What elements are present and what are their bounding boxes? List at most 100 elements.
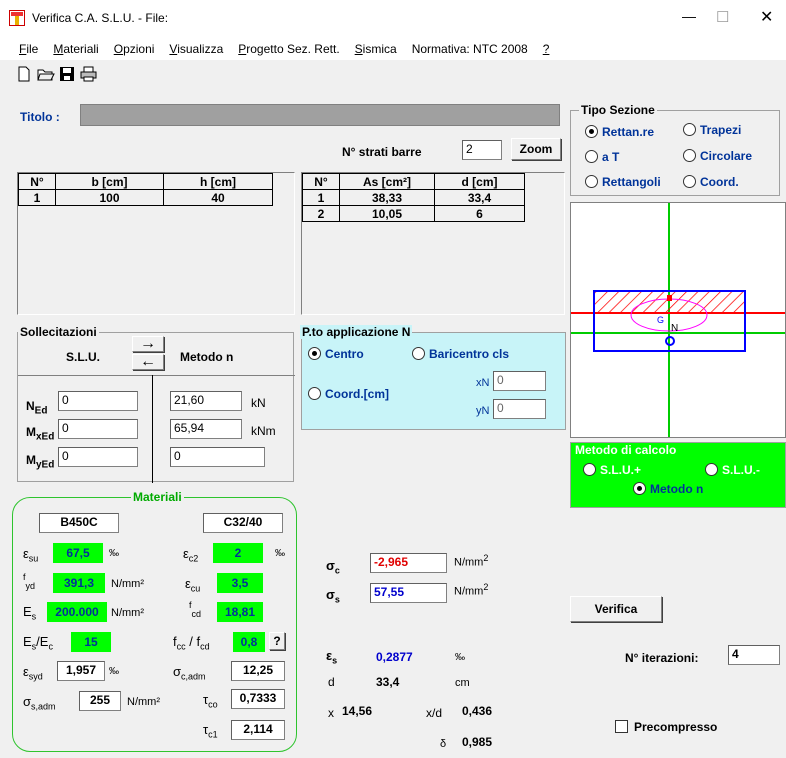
radio-dot — [412, 347, 425, 360]
menu-item-normativa-ntc-2008[interactable]: Normativa: NTC 2008 — [412, 42, 528, 56]
close-button[interactable]: ✕ — [760, 7, 773, 27]
radio-centro[interactable]: Centro — [308, 347, 364, 361]
table-cell[interactable]: 33,4 — [434, 189, 525, 206]
fcc-fcd-value[interactable]: 0,8 — [233, 632, 265, 652]
section-preview[interactable]: N G — [570, 202, 786, 438]
fyd-label: fyd — [23, 572, 36, 591]
ec2-value[interactable]: 2 — [213, 543, 263, 563]
help-button[interactable]: ? — [269, 632, 285, 650]
window-title: Verifica C.A. S.L.U. - File: — [32, 11, 169, 25]
xd-label: x/d — [426, 706, 443, 720]
radio-at[interactable]: a T — [585, 150, 619, 164]
table-cell[interactable]: 40 — [163, 189, 273, 206]
steel-class-field[interactable]: B450C — [39, 513, 119, 533]
yn-input[interactable]: 0 — [493, 399, 546, 419]
table-cell[interactable]: 100 — [55, 189, 164, 206]
metodo-calcolo-title: Metodo di calcolo — [573, 443, 679, 457]
iterazioni-input[interactable]: 4 — [728, 645, 780, 665]
radio-coord-cm[interactable]: Coord.[cm] — [308, 387, 389, 401]
titolo-field[interactable] — [80, 104, 560, 126]
radio-slu-minus[interactable]: S.L.U.- — [705, 463, 760, 477]
menu-item-sismica[interactable]: Sismica — [355, 42, 397, 56]
bars-table-panel: N° As [cm²] d [cm] 1 38,33 33,4 2 10,05 … — [301, 172, 565, 315]
new-file-icon[interactable] — [17, 66, 31, 82]
concrete-class-field[interactable]: C32/40 — [203, 513, 283, 533]
table-cell[interactable]: 6 — [434, 205, 525, 222]
sigma-c-label: σc — [326, 558, 340, 576]
myed-slu-input[interactable]: 0 — [58, 447, 138, 467]
tipo-sezione-title: Tipo Sezione — [579, 103, 657, 117]
myed-metodo-input[interactable]: 0 — [170, 447, 265, 467]
table-row[interactable]: 1 100 40 — [18, 189, 273, 206]
radio-dot — [683, 149, 696, 162]
radio-baricentro[interactable]: Baricentro cls — [412, 347, 509, 361]
menu-item-materiali[interactable]: Materiali — [53, 42, 98, 56]
print-icon[interactable] — [80, 66, 97, 82]
ss-adm-label: σs,adm — [23, 694, 56, 712]
section-table[interactable]: N° b [cm] h [cm] 1 100 40 — [18, 173, 273, 206]
menu-item-opzioni[interactable]: Opzioni — [114, 42, 155, 56]
radio-rettanre[interactable]: Rettan.re — [585, 125, 654, 139]
x-label: x — [328, 706, 334, 720]
table-cell[interactable]: 1 — [18, 189, 56, 206]
radio-trapezi[interactable]: Trapezi — [683, 123, 741, 137]
radio-slu-plus[interactable]: S.L.U.+ — [583, 463, 641, 477]
col-n: N° — [302, 173, 340, 190]
copy-right-button[interactable]: → — [132, 336, 164, 352]
esu-value[interactable]: 67,5 — [53, 543, 103, 563]
es-ec-value[interactable]: 15 — [71, 632, 111, 652]
esyd-value[interactable]: 1,957 — [57, 661, 105, 681]
delta-label: δ — [440, 738, 447, 750]
table-cell[interactable]: 2 — [302, 205, 340, 222]
tc1-value[interactable]: 2,114 — [231, 720, 285, 740]
open-folder-icon[interactable] — [37, 66, 55, 82]
xn-label: xN — [476, 377, 490, 389]
ned-metodo-input[interactable]: 21,60 — [170, 391, 242, 411]
radio-label: S.L.U.+ — [600, 463, 642, 477]
zoom-button[interactable]: Zoom — [511, 138, 561, 160]
ecu-value[interactable]: 3,5 — [217, 573, 263, 593]
strati-input[interactable]: 2 — [462, 140, 502, 160]
radio-rettangoli[interactable]: Rettangoli — [585, 175, 661, 189]
xn-input[interactable]: 0 — [493, 371, 546, 391]
radio-dot — [683, 175, 696, 188]
radio-label: Coord. — [700, 175, 739, 189]
fcd-value[interactable]: 18,81 — [217, 602, 263, 622]
table-row[interactable]: 1 38,33 33,4 — [302, 189, 525, 206]
table-cell[interactable]: 10,05 — [339, 205, 435, 222]
sc-adm-label: σc,adm — [173, 664, 206, 682]
table-cell[interactable]: 38,33 — [339, 189, 435, 206]
col-h: h [cm] — [163, 173, 273, 190]
sc-adm-value[interactable]: 12,25 — [231, 661, 285, 681]
tco-value[interactable]: 0,7333 — [231, 689, 285, 709]
menu-item-visualizza[interactable]: Visualizza — [169, 42, 223, 56]
menu-item-[interactable]: ? — [543, 42, 550, 56]
es-value[interactable]: 200.000 — [47, 602, 107, 622]
save-icon[interactable] — [59, 66, 75, 82]
maximize-button[interactable]: ☐ — [716, 8, 729, 26]
radio-coord[interactable]: Coord. — [683, 175, 739, 189]
precompresso-checkbox[interactable]: Precompresso — [615, 720, 717, 734]
radio-metodo-n[interactable]: Metodo n — [633, 482, 703, 496]
ned-slu-input[interactable]: 0 — [58, 391, 138, 411]
strati-label: N° strati barre — [342, 145, 422, 159]
yn-label: yN — [476, 405, 490, 417]
sigma-s-value: 57,55 — [370, 583, 447, 603]
verifica-button[interactable]: Verifica — [570, 596, 662, 622]
minimize-button[interactable]: — — [682, 8, 696, 24]
fyd-value[interactable]: 391,3 — [53, 573, 105, 593]
copy-left-button[interactable]: ← — [132, 354, 164, 370]
radio-circolare[interactable]: Circolare — [683, 149, 752, 163]
table-row[interactable]: 2 10,05 6 — [302, 205, 525, 222]
esyd-label: εsyd — [23, 664, 43, 682]
menu-item-file[interactable]: File — [19, 42, 38, 56]
bars-table[interactable]: N° As [cm²] d [cm] 1 38,33 33,4 2 10,05 … — [302, 173, 525, 222]
mxed-metodo-input[interactable]: 65,94 — [170, 419, 242, 439]
col-n: N° — [18, 173, 56, 190]
mxed-slu-input[interactable]: 0 — [58, 419, 138, 439]
menu-item-progetto-sez-rett[interactable]: Progetto Sez. Rett. — [238, 42, 339, 56]
kn-unit: kN — [251, 396, 266, 410]
table-cell[interactable]: 1 — [302, 189, 340, 206]
fyd-unit: N/mm² — [111, 578, 144, 590]
ss-adm-value[interactable]: 255 — [79, 691, 121, 711]
